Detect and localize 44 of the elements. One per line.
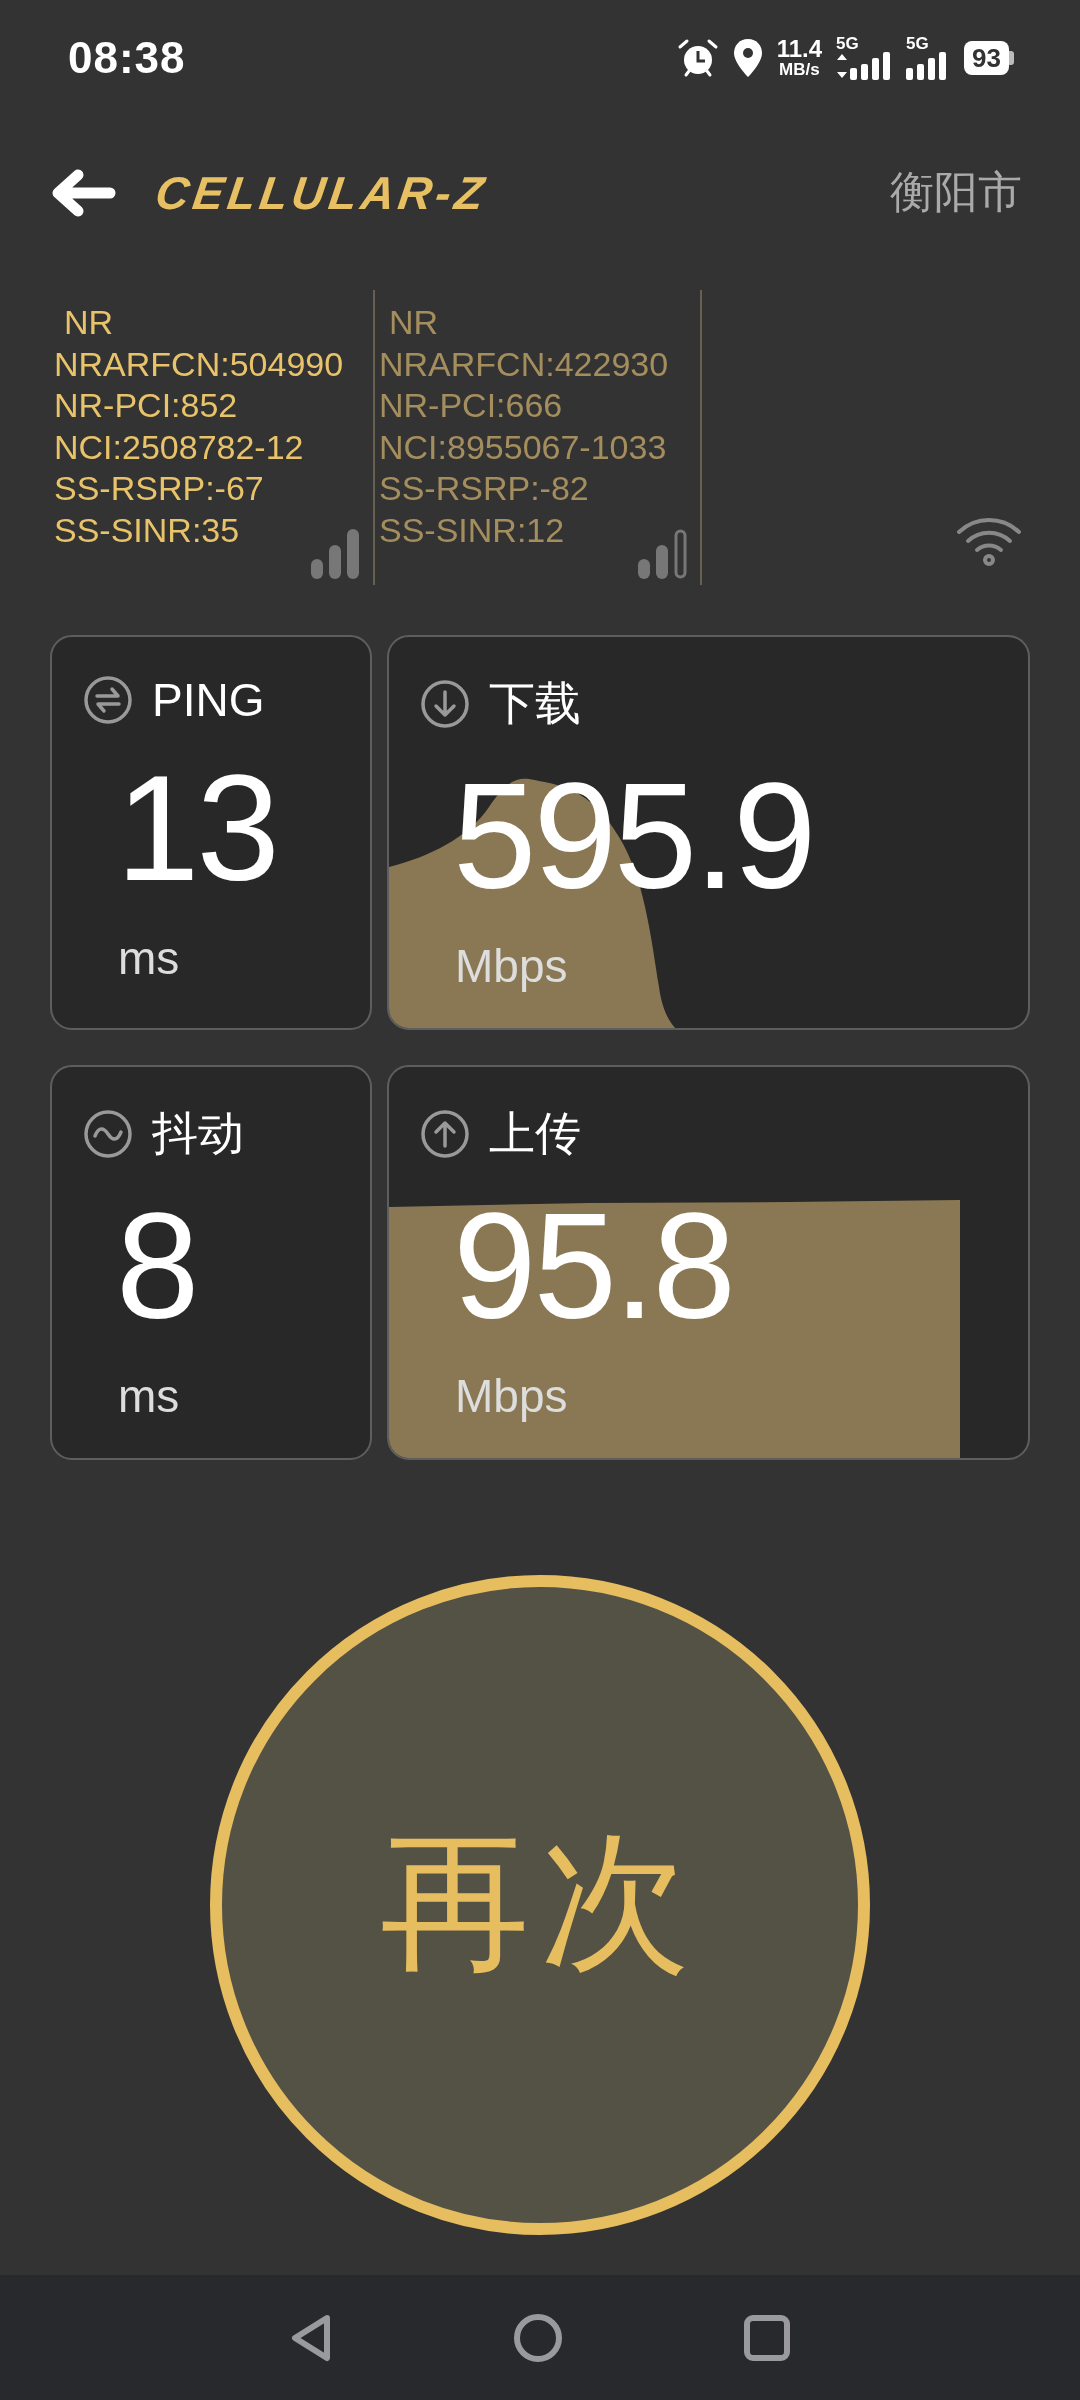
metric-label: 抖动	[152, 1106, 244, 1161]
metric-value: 595.9	[453, 761, 814, 911]
back-button[interactable]	[50, 168, 116, 217]
metric-value: 13	[116, 753, 277, 903]
retest-button[interactable]: 再次	[210, 1575, 870, 2235]
recents-nav-button[interactable]	[743, 2313, 791, 2362]
metric-label: PING	[152, 673, 265, 727]
cell-parameter: SS-RSRP:-82	[379, 468, 590, 509]
metric-label: 上传	[489, 1106, 581, 1161]
network-speed: 11.4	[776, 37, 823, 61]
metric-unit: Mbps	[455, 939, 568, 993]
metric-value: 95.8	[453, 1191, 733, 1341]
cell-parameter: NRARFCN:422930	[379, 343, 670, 385]
download-icon	[419, 678, 471, 730]
cell-parameter: NR-PCI:852	[54, 385, 239, 426]
metric-label: 下载	[489, 676, 581, 731]
battery-terminal-icon	[1009, 50, 1014, 65]
network-type: 5G	[836, 35, 859, 52]
metric-unit: ms	[118, 1369, 180, 1423]
battery-level: 93	[964, 40, 1009, 75]
clock-time: 08:38	[68, 32, 186, 83]
metric-unit: ms	[118, 931, 180, 985]
cell-parameter: SS-RSRP:-67	[54, 468, 265, 509]
back-nav-button[interactable]	[289, 2313, 333, 2362]
cell-parameter: SS-SINR:35	[54, 509, 241, 551]
ping-icon	[82, 674, 134, 726]
cell-parameter: SS-SINR:12	[379, 509, 566, 551]
upload-icon	[419, 1108, 471, 1160]
location-pin-icon	[732, 37, 763, 78]
metric-value: 8	[116, 1191, 197, 1341]
network-type: 5G	[906, 35, 929, 52]
cell-parameter: NR-PCI:666	[379, 385, 564, 426]
wave-icon	[82, 1108, 134, 1160]
cell-parameter: NCI:2508782-12	[54, 426, 305, 468]
metric-unit: Mbps	[455, 1369, 568, 1423]
home-nav-button[interactable]	[513, 2312, 563, 2363]
speed-unit: MB/s	[779, 61, 820, 78]
alarm-icon	[676, 37, 719, 78]
cell-parameter: NRARFCN:504990	[54, 343, 345, 385]
cell-parameter: NCI:8955067-1033	[379, 426, 668, 468]
app-logo: CELLULAR-Z	[152, 165, 492, 220]
radio-technology: NR	[388, 302, 440, 343]
radio-technology: NR	[63, 302, 115, 343]
city-name: 衡阳市	[890, 166, 1022, 218]
